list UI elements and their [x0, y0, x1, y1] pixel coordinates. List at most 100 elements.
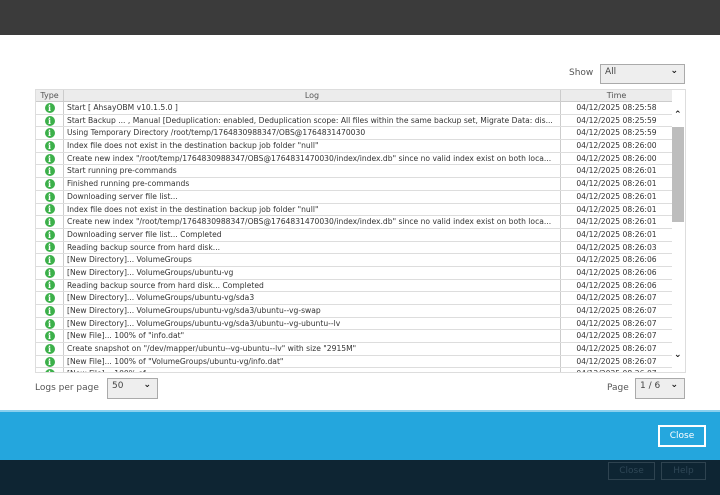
table-row[interactable]: i Finished running pre-commands 04/12/20…	[36, 178, 672, 191]
table-row[interactable]: i Start Backup ... , Manual [Deduplicati…	[36, 114, 672, 128]
time-cell: 04/12/2025 08:26:07	[576, 356, 657, 366]
time-cell: 04/12/2025 08:26:07	[576, 318, 657, 328]
table-row[interactable]: i Index file does not exist in the desti…	[36, 203, 672, 217]
column-header-type[interactable]: Type	[36, 90, 64, 101]
log-cell: Start Backup ... , Manual [Deduplication…	[64, 114, 561, 127]
table-header: Type Log Time	[36, 90, 672, 102]
type-cell: i	[36, 190, 64, 203]
table-row[interactable]: i Create new index "/root/temp/176483098…	[36, 152, 672, 166]
table-row[interactable]: i Downloading server file list... Comple…	[36, 228, 672, 242]
vertical-scrollbar[interactable]: ⌃ ⌄	[672, 102, 685, 372]
table-row[interactable]: i Downloading server file list... 04/12/…	[36, 190, 672, 204]
close-button[interactable]: Close	[658, 425, 706, 447]
log-cell: Downloading server file list... Complete…	[64, 228, 561, 241]
logs-per-page-select[interactable]: 50 ⌄	[107, 378, 158, 399]
table-row[interactable]: i [New Directory]... VolumeGroups/ubuntu…	[36, 305, 672, 318]
table-row[interactable]: i [New File]... 100% of "VolumeGroups/ub…	[36, 355, 672, 369]
table-row[interactable]: i Start running pre-commands 04/12/2025 …	[36, 165, 672, 179]
table-row[interactable]: i Index file does not exist in the desti…	[36, 140, 672, 153]
scroll-down-icon[interactable]: ⌄	[674, 350, 682, 360]
log-cell: Create new index "/root/temp/17648309883…	[64, 216, 561, 228]
type-cell: i	[36, 178, 64, 190]
show-filter-select[interactable]: All ⌄	[600, 64, 685, 84]
type-cell: i	[36, 152, 64, 165]
type-cell: i	[36, 216, 64, 228]
table-row[interactable]: i Create snapshot on "/dev/mapper/ubuntu…	[36, 343, 672, 356]
time-cell: 04/12/2025 08:26:06	[576, 267, 657, 277]
time-cell: 04/12/2025 08:26:01	[576, 217, 657, 227]
type-cell: i	[36, 140, 64, 152]
table-row[interactable]: i [New Directory]... VolumeGroups/ubuntu…	[36, 266, 672, 280]
background-bottom-bar: Close Help	[0, 460, 720, 495]
table-row[interactable]: i Reading backup source from hard disk..…	[36, 279, 672, 293]
log-table: Type Log Time i Start [ AhsayOBM v10.1.5…	[35, 89, 686, 373]
info-icon: i	[44, 102, 55, 113]
time-cell: 04/12/2025 08:25:59	[576, 128, 657, 138]
background-help-button: Help	[661, 462, 706, 480]
info-icon: i	[44, 229, 55, 240]
log-cell: [New Directory]... VolumeGroups	[64, 254, 561, 266]
time-cell: 04/12/2025 08:26:06	[576, 280, 657, 290]
page-select[interactable]: 1 / 6 ⌄	[635, 378, 685, 399]
type-cell: i	[36, 330, 64, 343]
scroll-up-icon[interactable]: ⌃	[674, 110, 682, 120]
log-cell: [New Directory]... VolumeGroups/ubuntu-v…	[64, 317, 561, 330]
type-cell: i	[36, 355, 64, 368]
info-icon: i	[44, 140, 55, 151]
log-cell: Reading backup source from hard disk... …	[64, 279, 561, 292]
page-label: Page	[607, 383, 629, 393]
column-header-log[interactable]: Log	[64, 90, 561, 101]
time-cell: 04/12/2025 08:26:00	[576, 153, 657, 163]
table-row[interactable]: i Using Temporary Directory /root/temp/1…	[36, 127, 672, 141]
log-cell: Start [ AhsayOBM v10.1.5.0 ]	[64, 102, 561, 114]
type-cell: i	[36, 266, 64, 279]
type-cell: i	[36, 203, 64, 216]
time-cell: 04/12/2025 08:26:07	[561, 368, 672, 372]
table-row[interactable]: i [New Directory]... VolumeGroups 04/12/…	[36, 254, 672, 267]
info-icon: i	[44, 280, 55, 291]
log-cell: Index file does not exist in the destina…	[64, 140, 561, 152]
background-close-button: Close	[608, 462, 655, 480]
table-row[interactable]: i Create new index "/root/temp/176483098…	[36, 216, 672, 229]
info-icon: i	[44, 153, 55, 164]
type-cell: i	[36, 368, 64, 372]
table-row[interactable]: i [New File]... 100% of "info.dat" 04/12…	[36, 330, 672, 344]
dialog-footer: Close	[0, 410, 720, 460]
table-row[interactable]: i [New Directory]... VolumeGroups/ubuntu…	[36, 292, 672, 305]
chevron-down-icon: ⌄	[670, 66, 678, 76]
top-bar	[0, 0, 720, 35]
type-cell: i	[36, 292, 64, 304]
info-icon: i	[44, 204, 55, 215]
log-cell: [New Directory]... VolumeGroups/ubuntu-v…	[64, 266, 561, 279]
chevron-down-icon: ⌄	[143, 380, 151, 390]
time-cell: 04/12/2025 08:26:01	[576, 166, 657, 176]
info-icon: i	[44, 267, 55, 278]
time-cell: 04/12/2025 08:26:00	[576, 141, 657, 151]
type-cell: i	[36, 165, 64, 178]
table-row[interactable]: i [New Directory]... VolumeGroups/ubuntu…	[36, 317, 672, 331]
time-cell: 04/12/2025 08:26:01	[576, 191, 657, 201]
table-body: i Start [ AhsayOBM v10.1.5.0 ] 04/12/202…	[36, 102, 672, 372]
info-icon: i	[44, 356, 55, 367]
table-row[interactable]: i Reading backup source from hard disk..…	[36, 241, 672, 255]
type-cell: i	[36, 102, 64, 114]
time-cell: 04/12/2025 08:25:59	[576, 115, 657, 125]
log-cell: Using Temporary Directory /root/temp/176…	[64, 127, 561, 140]
page-value: 1 / 6	[640, 381, 661, 391]
log-cell: [New Directory]... VolumeGroups/ubuntu-v…	[64, 305, 561, 317]
table-row[interactable]: i Start [ AhsayOBM v10.1.5.0 ] 04/12/202…	[36, 102, 672, 115]
type-cell: i	[36, 228, 64, 241]
info-icon: i	[44, 178, 55, 189]
scrollbar-thumb[interactable]	[672, 127, 684, 222]
chevron-down-icon: ⌄	[670, 380, 678, 390]
time-cell: 04/12/2025 08:26:01	[576, 204, 657, 214]
type-cell: i	[36, 317, 64, 330]
table-row[interactable]: i [New File]... 100% of 04/12/2025 08:26…	[36, 368, 672, 372]
log-cell: Index file does not exist in the destina…	[64, 203, 561, 216]
info-icon: i	[44, 343, 55, 354]
info-icon: i	[44, 305, 55, 316]
info-icon: i	[44, 191, 55, 202]
column-header-time[interactable]: Time	[561, 90, 672, 101]
time-cell: 04/12/2025 08:26:07	[576, 344, 657, 354]
type-cell: i	[36, 343, 64, 355]
